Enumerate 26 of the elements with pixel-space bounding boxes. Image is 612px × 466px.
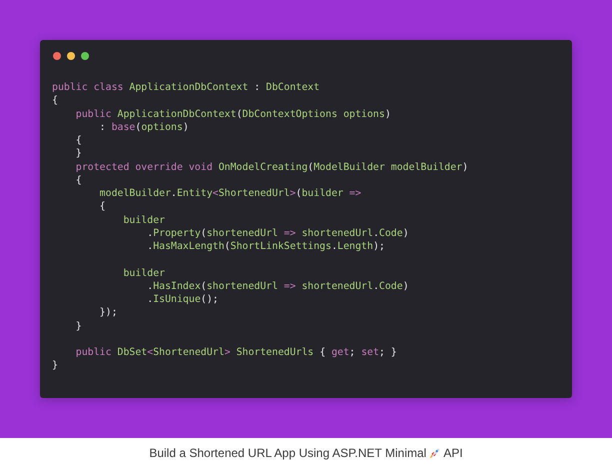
code-line: builder bbox=[122, 214, 165, 227]
code-line: .HasMaxLength(ShortLinkSettings.Length); bbox=[146, 240, 385, 254]
code-line: } bbox=[74, 147, 82, 160]
zoom-dot-icon bbox=[81, 52, 89, 60]
code-line: { bbox=[52, 94, 58, 108]
code-line: { bbox=[74, 134, 82, 148]
code-line: { bbox=[74, 174, 82, 187]
code-line: modelBuilder.Entity<ShortenedUrl>(builder => bbox=[98, 187, 362, 200]
code-line: } bbox=[74, 320, 82, 333]
code-line: .HasIndex(shortenedUrl => shortenedUrl.Code) bbox=[146, 280, 409, 293]
minimize-dot-icon bbox=[67, 52, 75, 60]
code-line: { bbox=[98, 200, 106, 214]
rocket-icon bbox=[427, 446, 442, 460]
code-line: : base(options) bbox=[98, 120, 189, 134]
code-line: public ApplicationDbContext(DbContextOptions options) bbox=[74, 108, 391, 121]
code-line: .IsUnique(); bbox=[146, 293, 218, 306]
code-line: public DbSet<ShortenedUrl> ShortenedUrls { get; set; } bbox=[74, 346, 397, 360]
caption-text: Build a Shortened URL App Using ASP.NET Minimal bbox=[149, 446, 426, 460]
code-line: protected override void OnModelCreating(ModelBuilder modelBuilder) bbox=[74, 160, 468, 174]
code-line: }); bbox=[98, 306, 118, 320]
code-line: } bbox=[52, 359, 58, 372]
caption-text: API bbox=[443, 446, 463, 460]
code-line: public class ApplicationDbContext : DbContext bbox=[52, 81, 320, 94]
close-dot-icon bbox=[53, 52, 61, 60]
code-line: .Property(shortenedUrl => shortenedUrl.Code) bbox=[146, 226, 409, 240]
code-line: builder bbox=[122, 266, 165, 280]
